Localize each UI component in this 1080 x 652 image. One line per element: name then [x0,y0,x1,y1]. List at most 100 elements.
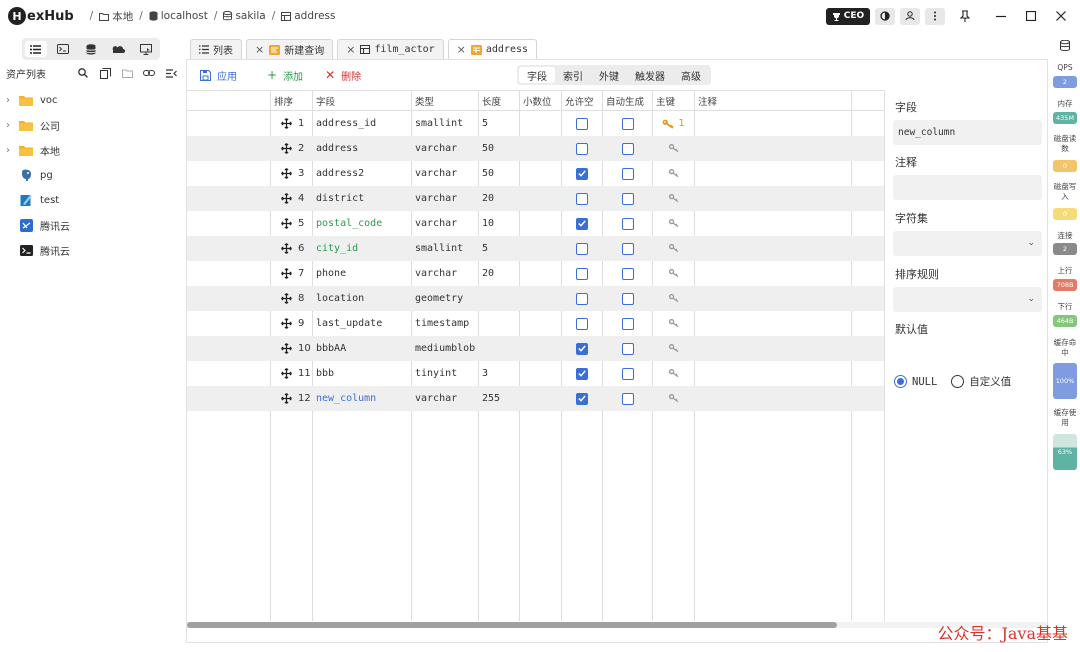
cell-field[interactable]: postal_code [313,211,411,236]
cell-comment[interactable] [695,261,851,286]
table-row[interactable]: 10 bbbAA mediumblob [187,336,884,361]
drag-handle-icon[interactable] [280,118,292,130]
cell-auto[interactable] [603,111,652,136]
cell-type[interactable]: varchar [412,161,478,186]
chevron-right-icon[interactable]: › [6,95,18,106]
tree-item-tencent-rdp[interactable]: 腾讯云 [6,213,182,238]
cell-decimals[interactable] [520,361,561,386]
user-button[interactable] [900,7,920,25]
table-row[interactable]: 4 district varchar 20 [187,186,884,211]
cell-primary-key[interactable] [653,236,694,261]
cell-length[interactable]: 50 [479,136,519,161]
primary-key-icon[interactable] [668,294,679,303]
cell-nullable[interactable] [562,136,602,161]
cell-type[interactable]: smallint [412,236,478,261]
comment-input[interactable] [893,175,1042,200]
tab-fields[interactable]: 字段 [519,67,555,83]
table-row[interactable]: 12 new_column varchar 255 [187,386,884,411]
table-row[interactable]: 5 postal_code varchar 10 [187,211,884,236]
minimize-button[interactable] [986,0,1016,32]
cell-comment[interactable] [695,186,851,211]
auto-increment-checkbox[interactable] [621,317,634,330]
chevron-right-icon[interactable]: › [6,120,18,131]
tree-item-tencent-ssh[interactable]: 腾讯云 [6,238,182,263]
cell-nullable[interactable] [562,286,602,311]
cell-primary-key[interactable] [653,161,694,186]
nullable-checkbox[interactable] [576,317,588,330]
col-header-order[interactable]: 排序 [271,91,312,111]
cell-length[interactable]: 20 [479,261,519,286]
table-row[interactable]: 11 bbb tinyint 3 [187,361,884,386]
cell-field[interactable]: phone [313,261,411,286]
tree-item-voc[interactable]: › voc [6,88,182,113]
collation-select[interactable]: ⌄ [893,287,1042,312]
tab-indexes[interactable]: 索引 [555,67,591,83]
auto-increment-checkbox[interactable] [621,292,634,305]
pin-button[interactable] [954,0,976,32]
cell-nullable[interactable] [562,211,602,236]
cell-auto[interactable] [603,136,652,161]
nullable-checkbox[interactable] [576,342,588,355]
primary-key-icon[interactable] [668,369,679,378]
table-row[interactable]: 2 address varchar 50 [187,136,884,161]
cell-nullable[interactable] [562,236,602,261]
primary-key-icon[interactable] [668,219,679,228]
cell-order[interactable]: 11 [271,361,312,386]
col-header-type[interactable]: 类型 [412,91,478,111]
cell-length[interactable] [479,311,519,336]
cell-length[interactable]: 50 [479,161,519,186]
cell-type[interactable]: tinyint [412,361,478,386]
cell-nullable[interactable] [562,186,602,211]
cell-comment[interactable] [695,161,851,186]
col-header-nullable[interactable]: 允许空 [562,91,602,111]
cell-decimals[interactable] [520,311,561,336]
auto-increment-checkbox[interactable] [621,367,634,380]
table-row[interactable]: 7 phone varchar 20 [187,261,884,286]
tree-item-pg[interactable]: pg [6,163,182,188]
maximize-button[interactable] [1016,0,1046,32]
cell-order[interactable]: 12 [271,386,312,411]
drag-handle-icon[interactable] [280,193,292,205]
cell-comment[interactable] [695,236,851,261]
search-button[interactable] [72,68,94,78]
cell-primary-key[interactable] [653,286,694,311]
drag-handle-icon[interactable] [280,343,292,355]
tab-address[interactable]: × address [447,39,538,59]
cell-length[interactable]: 5 [479,236,519,261]
default-custom-radio[interactable] [951,375,965,388]
nullable-checkbox[interactable] [576,292,588,305]
cell-auto[interactable] [603,311,652,336]
theme-toggle-button[interactable] [875,7,895,25]
cell-auto[interactable] [603,361,652,386]
breadcrumb-item-local[interactable]: 本地 [99,9,133,24]
auto-increment-checkbox[interactable] [621,167,634,180]
ceo-button[interactable]: CEO [826,7,870,25]
cell-length[interactable]: 255 [479,386,519,411]
cell-nullable[interactable] [562,161,602,186]
cell-field[interactable]: bbbAA [313,336,411,361]
sidebar-tab-terminal[interactable] [52,41,74,57]
cell-comment[interactable] [695,211,851,236]
drag-handle-icon[interactable] [280,293,292,305]
cell-order[interactable]: 1 [271,111,312,136]
table-row[interactable]: 3 address2 varchar 50 [187,161,884,186]
scrollbar-thumb[interactable] [187,622,837,628]
cell-field[interactable]: address2 [313,161,411,186]
cell-auto[interactable] [603,161,652,186]
cell-length[interactable]: 20 [479,186,519,211]
apply-button[interactable]: 应用 [200,68,237,83]
cell-order[interactable]: 8 [271,286,312,311]
cell-comment[interactable] [695,286,851,311]
table-row[interactable]: 9 last_update timestamp [187,311,884,336]
drag-handle-icon[interactable] [280,168,292,180]
cell-decimals[interactable] [520,186,561,211]
charset-select[interactable]: ⌄ [893,231,1042,256]
cell-primary-key[interactable] [653,336,694,361]
cell-field[interactable]: location [313,286,411,311]
tab-triggers[interactable]: 触发器 [627,67,673,83]
cell-nullable[interactable] [562,336,602,361]
cell-auto[interactable] [603,261,652,286]
sidebar-tab-list[interactable] [24,41,47,57]
auto-increment-checkbox[interactable] [621,217,634,230]
primary-key-icon[interactable] [668,244,679,253]
